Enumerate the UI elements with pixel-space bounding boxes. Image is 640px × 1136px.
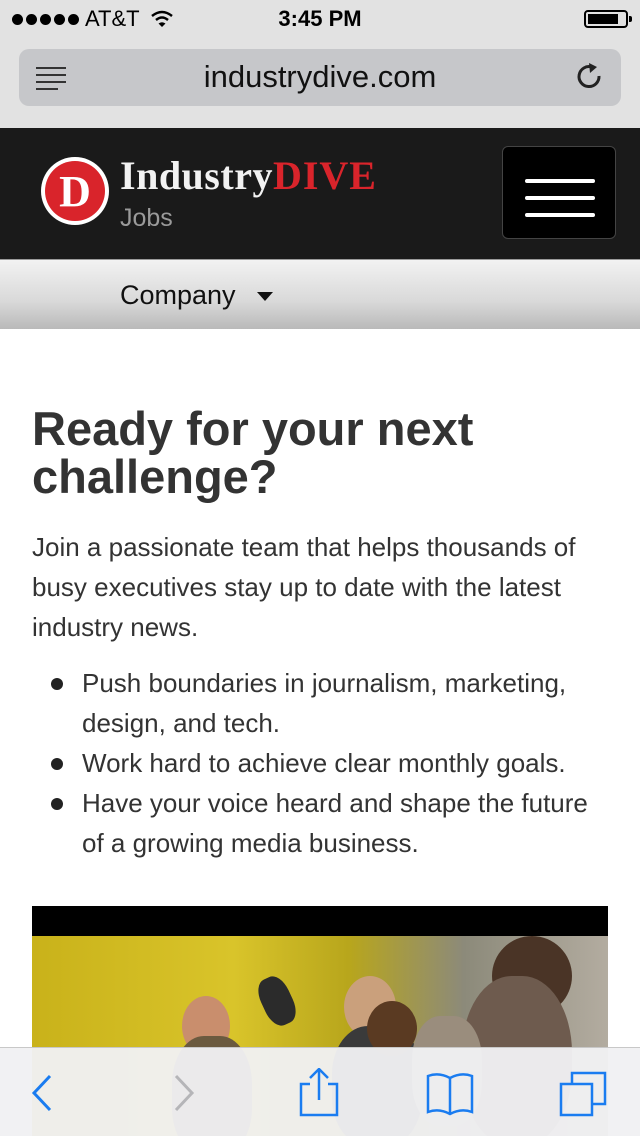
- company-dropdown-label[interactable]: Company: [120, 280, 236, 311]
- forward-icon[interactable]: [158, 1068, 208, 1118]
- industry-dive-logo[interactable]: D: [40, 156, 110, 226]
- address-bar[interactable]: industrydive.com: [19, 49, 621, 106]
- list-item: Have your voice heard and shape the futu…: [32, 783, 612, 863]
- brand-accent: DIVE: [272, 153, 377, 198]
- browser-toolbar: [0, 1047, 640, 1136]
- benefits-list: Push boundaries in journalism, marketing…: [32, 663, 612, 863]
- list-item: Push boundaries in journalism, marketing…: [32, 663, 612, 743]
- site-header: D IndustryDIVE Jobs: [0, 128, 640, 259]
- page-heading: Ready for your next challenge?: [32, 402, 474, 503]
- reload-icon[interactable]: [575, 62, 605, 92]
- bookmarks-icon[interactable]: [425, 1068, 475, 1118]
- main-content: Ready for your next challenge? Join a pa…: [32, 405, 612, 863]
- tabs-icon[interactable]: [558, 1068, 608, 1118]
- status-bar: AT&T 3:45 PM: [0, 0, 640, 40]
- brand-subtitle: Jobs: [120, 204, 173, 232]
- battery-icon: [584, 10, 632, 28]
- clock: 3:45 PM: [278, 6, 362, 31]
- caret-down-icon[interactable]: [257, 292, 273, 301]
- brand[interactable]: IndustryDIVE Jobs: [120, 152, 377, 232]
- back-icon[interactable]: [20, 1068, 70, 1118]
- browser-chrome: industrydive.com: [0, 40, 640, 128]
- company-dropdown[interactable]: Company: [0, 259, 640, 329]
- intro-text: Join a passionate team that helps thousa…: [32, 532, 576, 642]
- list-item: Work hard to achieve clear monthly goals…: [32, 743, 612, 783]
- logo-letter: D: [59, 167, 91, 216]
- hamburger-icon[interactable]: [502, 146, 616, 239]
- share-icon[interactable]: [294, 1068, 344, 1118]
- brand-word: Industry: [120, 153, 273, 198]
- url-text[interactable]: industrydive.com: [19, 59, 621, 95]
